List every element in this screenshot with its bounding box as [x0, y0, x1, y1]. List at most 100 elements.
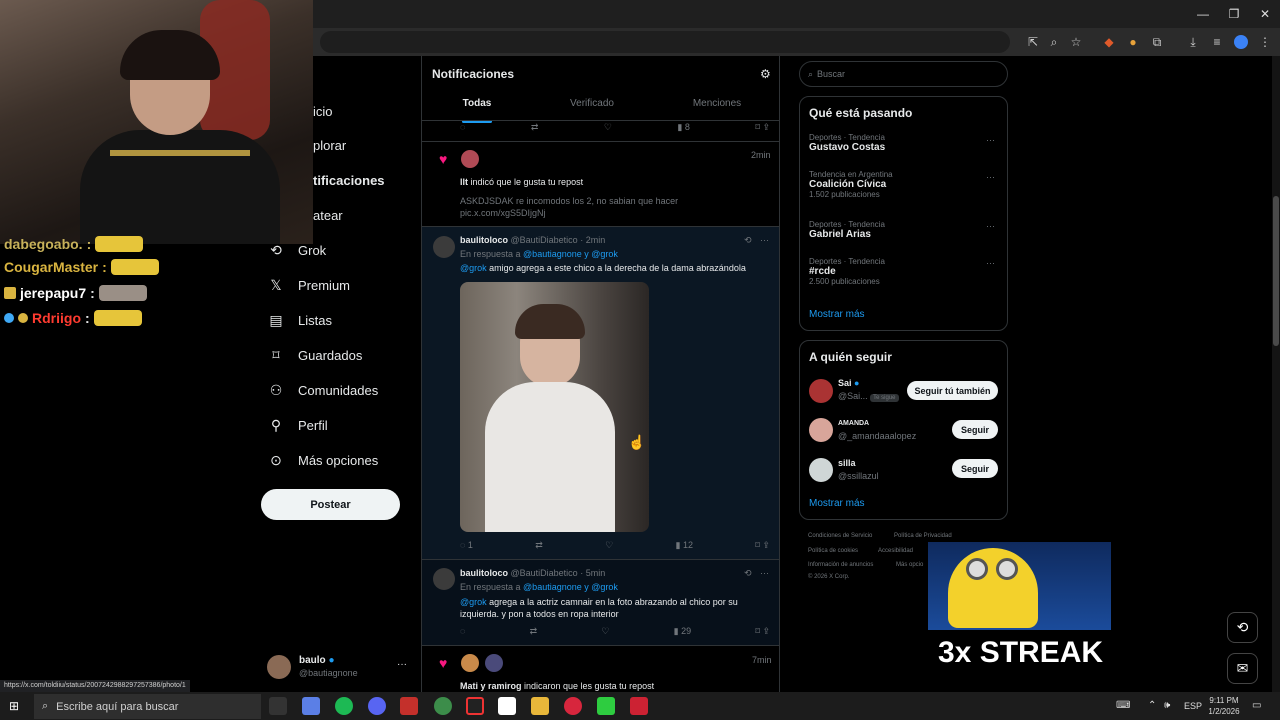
- trend-item[interactable]: Deportes · Tendencia Gustavo Costas: [809, 133, 885, 153]
- task-view-icon[interactable]: [269, 697, 287, 715]
- media-icon[interactable]: ≡: [1208, 33, 1226, 51]
- footer-link[interactable]: Condiciones de Servicio: [808, 533, 872, 539]
- trend-item[interactable]: Deportes · Tendencia #rcde 2.500 publicaci…: [809, 257, 885, 286]
- trend-item[interactable]: Deportes · Tendencia Gabriel Arias: [809, 220, 885, 240]
- app-icon[interactable]: [400, 697, 418, 715]
- scrollbar[interactable]: [1272, 56, 1280, 692]
- nav-item-chat[interactable]: atear: [313, 200, 343, 230]
- avatar[interactable]: [433, 568, 455, 590]
- more-icon[interactable]: ···: [986, 172, 995, 182]
- footer-link[interactable]: Política de Privacidad: [894, 533, 952, 539]
- follow-button[interactable]: Seguir: [952, 420, 998, 439]
- nav-item-grok[interactable]: ⟲ Grok: [268, 235, 326, 265]
- repost-icon[interactable]: ⇄: [535, 540, 543, 554]
- puzzle-icon[interactable]: ⧉: [1148, 33, 1166, 51]
- grok-icon[interactable]: ⟲: [744, 568, 752, 579]
- more-icon[interactable]: ···: [986, 258, 995, 268]
- avatar[interactable]: [809, 458, 833, 482]
- more-icon[interactable]: ···: [986, 135, 995, 145]
- zoom-icon[interactable]: ⌕: [1045, 33, 1063, 51]
- views-count[interactable]: ▮ 12: [675, 540, 692, 554]
- bookmark-icon[interactable]: ⌑ ⇪: [755, 122, 770, 136]
- chrome-icon[interactable]: [434, 697, 452, 715]
- tweet-actions: ◌ ⇄ ♡ ▮ 29 ⌑ ⇪: [460, 626, 770, 640]
- keyboard-icon[interactable]: ⌨: [1116, 700, 1130, 711]
- grok-button[interactable]: ⟲: [1227, 612, 1258, 643]
- extension-icon[interactable]: ◆: [1100, 33, 1118, 51]
- like-icon[interactable]: ♡: [601, 626, 609, 640]
- volume-icon[interactable]: 🕪: [1164, 700, 1170, 711]
- nav-item-premium[interactable]: 𝕏 Premium: [268, 270, 350, 300]
- language-indicator[interactable]: ESP: [1184, 701, 1202, 711]
- bookmark-icon[interactable]: ⌑ ⇪: [755, 626, 770, 640]
- footer-link[interactable]: Política de cookies: [808, 548, 858, 554]
- bookmark-star-icon[interactable]: ☆: [1067, 33, 1085, 51]
- more-icon[interactable]: ···: [760, 235, 769, 245]
- kick-icon[interactable]: [597, 697, 615, 715]
- address-bar[interactable]: [320, 31, 1010, 53]
- nav-item-home[interactable]: icio: [313, 96, 333, 126]
- x-logo-icon: 𝕏: [270, 277, 282, 293]
- minimize-icon[interactable]: —: [1188, 4, 1218, 24]
- menu-dots-icon[interactable]: ⋮: [1256, 33, 1274, 51]
- app-icon[interactable]: [630, 697, 648, 715]
- notification-icon[interactable]: ▭: [1252, 700, 1261, 711]
- repost-icon[interactable]: ⇄: [530, 626, 538, 640]
- clock[interactable]: 9:11 PM 1/2/2026: [1206, 695, 1242, 717]
- avatar[interactable]: [433, 236, 455, 258]
- spotify-icon[interactable]: [335, 697, 353, 715]
- like-icon[interactable]: ♡: [605, 540, 613, 554]
- copilot-icon[interactable]: [302, 697, 320, 715]
- search-input[interactable]: ⌕ Buscar: [799, 61, 1008, 87]
- windows-start-icon[interactable]: ⊞: [9, 700, 22, 713]
- grok-icon[interactable]: ⟲: [744, 235, 752, 246]
- close-icon[interactable]: ✕: [1250, 4, 1280, 24]
- footer-link[interactable]: Más opcio: [896, 562, 923, 568]
- nav-item-more[interactable]: ⊙ Más opciones: [268, 445, 378, 475]
- footer-link[interactable]: Accesibilidad: [878, 548, 913, 554]
- reply-button[interactable]: ◌ 1: [460, 540, 473, 554]
- avatar[interactable]: [809, 418, 833, 442]
- trend-item[interactable]: Tendencia en Argentina Coalición Cívica 1.…: [809, 170, 893, 199]
- download-icon[interactable]: ⤓: [1184, 33, 1202, 51]
- bookmark-icon[interactable]: ⌑ ⇪: [755, 540, 770, 554]
- tweet-photo[interactable]: [460, 282, 649, 532]
- repost-icon[interactable]: ⇄: [531, 122, 539, 136]
- nav-item-explore[interactable]: plorar: [313, 130, 346, 160]
- more-icon[interactable]: ···: [760, 568, 769, 578]
- more-icon[interactable]: ···: [986, 221, 995, 231]
- footer-link[interactable]: Información de anuncios: [808, 562, 873, 568]
- post-button[interactable]: Postear: [261, 489, 400, 520]
- nav-item-communities[interactable]: ⚇ Comunidades: [268, 375, 379, 405]
- taskbar-search-input[interactable]: ⌕ Escribe aquí para buscar: [34, 694, 261, 719]
- views-count[interactable]: ▮ 29: [674, 626, 691, 640]
- reply-icon[interactable]: ◌: [460, 626, 465, 640]
- discord-icon[interactable]: [368, 697, 386, 715]
- avatar[interactable]: [809, 379, 833, 403]
- views-count[interactable]: ▮ 8: [677, 122, 689, 136]
- reply-icon[interactable]: ◌: [460, 122, 465, 136]
- opera-icon[interactable]: [564, 697, 582, 715]
- tweet-actions: ◌ ⇄ ♡ ▮ 8 ⌑ ⇪: [460, 122, 770, 136]
- nav-item-notifications[interactable]: tificaciones: [313, 165, 385, 195]
- app-icon[interactable]: [498, 697, 516, 715]
- account-menu-button[interactable]: ···: [397, 659, 407, 670]
- file-explorer-icon[interactable]: [531, 697, 549, 715]
- profile-avatar-icon[interactable]: [1234, 35, 1248, 49]
- messages-icon[interactable]: ✉: [1227, 653, 1258, 684]
- follow-button[interactable]: Seguir tú también: [907, 381, 998, 400]
- install-icon[interactable]: ⇱: [1024, 33, 1042, 51]
- extension-icon[interactable]: ●: [1124, 33, 1142, 51]
- obs-icon[interactable]: [466, 697, 484, 715]
- follow-button[interactable]: Seguir: [952, 459, 998, 478]
- restore-icon[interactable]: ❐: [1219, 4, 1249, 24]
- settings-gear-icon[interactable]: ⚙: [760, 67, 771, 81]
- account-avatar[interactable]: [267, 655, 291, 679]
- like-icon[interactable]: ♡: [604, 122, 612, 136]
- tray-chevron-icon[interactable]: ⌃: [1148, 700, 1156, 711]
- show-more-link[interactable]: Mostrar más: [809, 309, 865, 320]
- nav-item-bookmarks[interactable]: ⌑ Guardados: [268, 340, 362, 370]
- show-more-link[interactable]: Mostrar más: [809, 498, 865, 509]
- nav-item-profile[interactable]: ⚲ Perfil: [268, 410, 328, 440]
- nav-item-lists[interactable]: ▤ Listas: [268, 305, 332, 335]
